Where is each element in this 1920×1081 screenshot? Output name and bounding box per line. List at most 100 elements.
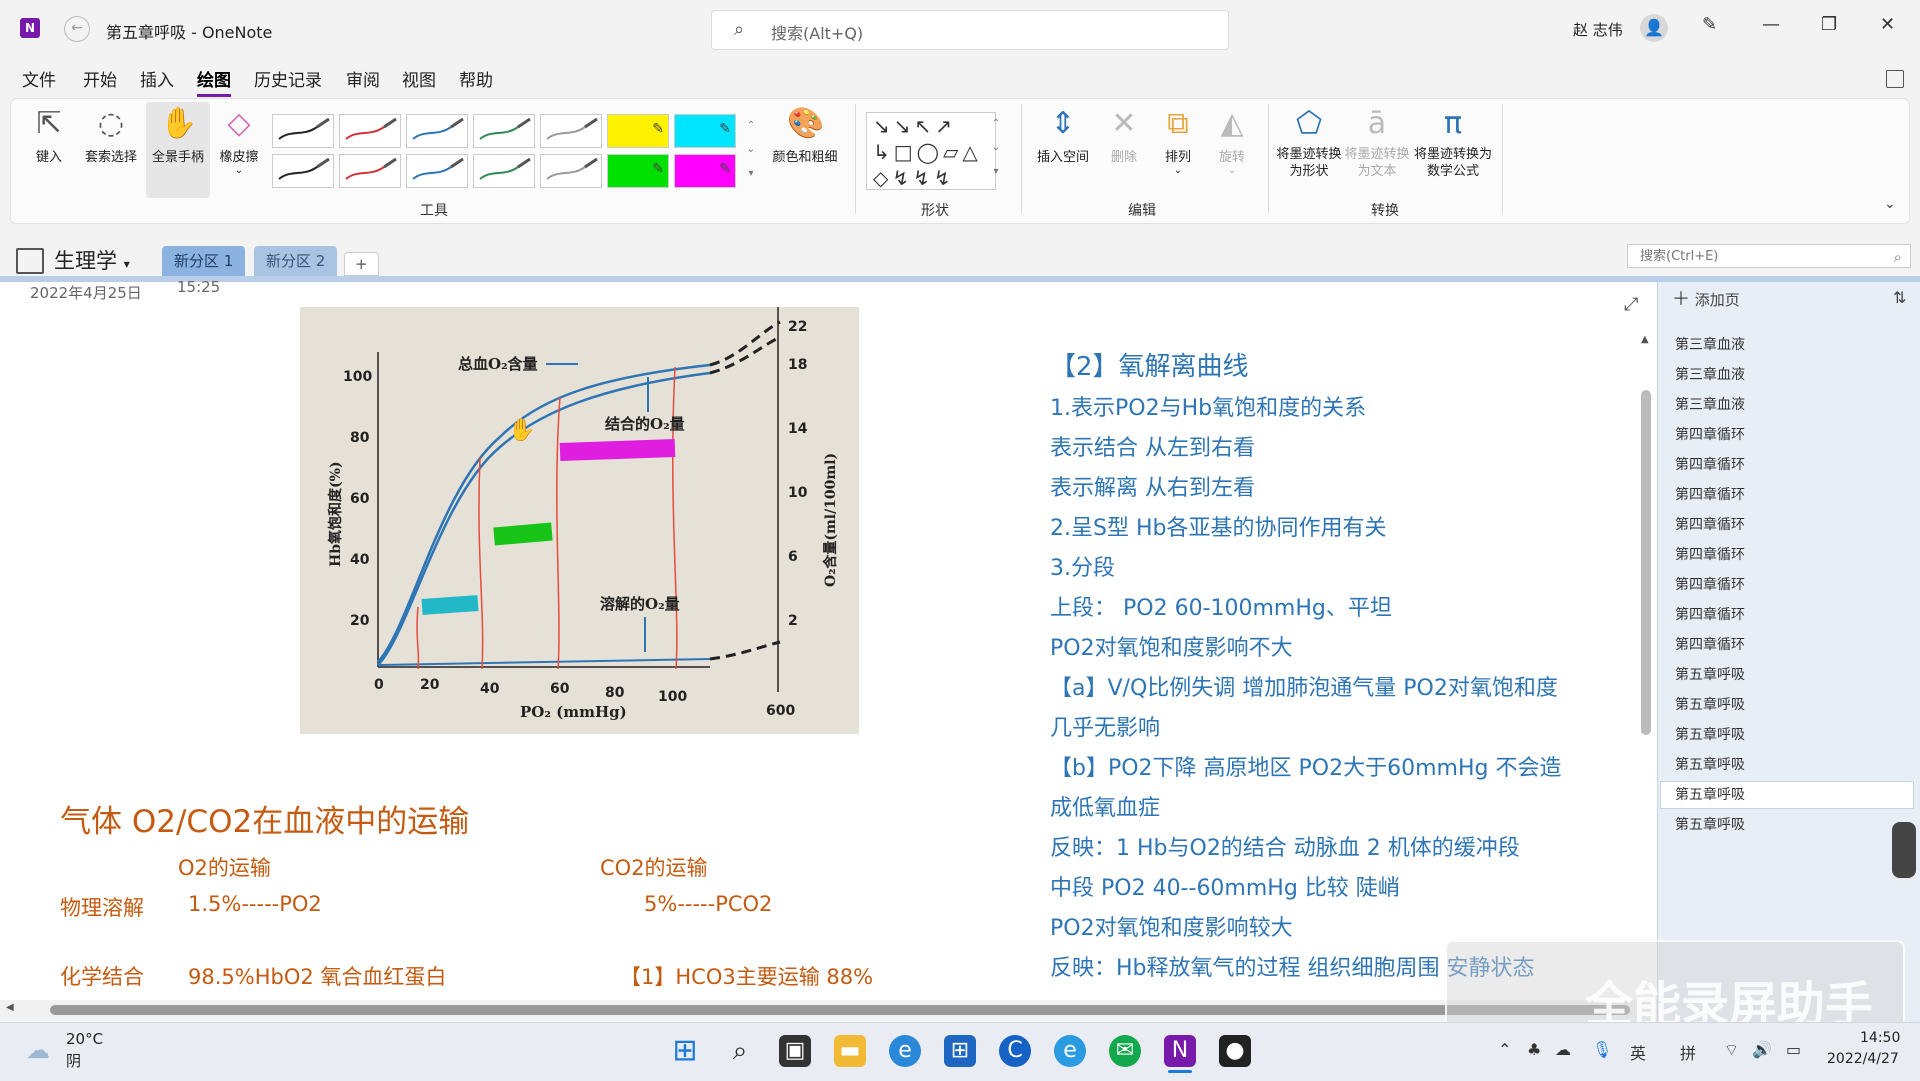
page-list-item[interactable]: 第四章循环 bbox=[1675, 544, 1745, 564]
ink-to-math-button[interactable]: π 将墨迹转换为数学公式 bbox=[1412, 106, 1494, 180]
colors-thickness-button[interactable]: 🎨 颜色和粗细 bbox=[764, 106, 846, 165]
rotate-button[interactable]: ◭ 旋转 ⌄ bbox=[1208, 106, 1256, 176]
wechat-icon[interactable]: ✉ bbox=[1109, 1035, 1141, 1067]
page-list-item[interactable]: 第三章血液 bbox=[1675, 334, 1745, 354]
menu-draw[interactable]: 绘图 bbox=[197, 66, 231, 97]
page-list-item[interactable]: 第五章呼吸 bbox=[1675, 784, 1745, 804]
menu-file[interactable]: 文件 bbox=[22, 66, 56, 91]
notebook-icon[interactable] bbox=[16, 248, 44, 274]
highlighter-swatch[interactable]: ✎ bbox=[607, 114, 669, 148]
weather-temperature[interactable]: 20°C bbox=[66, 1030, 103, 1048]
eraser-tool[interactable]: ◇ 橡皮擦 ⌄ bbox=[214, 106, 264, 176]
add-page-button[interactable]: ＋ 添加页 bbox=[1672, 285, 1740, 311]
pen-swatch[interactable] bbox=[473, 154, 535, 188]
page-list-item[interactable]: 第五章呼吸 bbox=[1675, 754, 1745, 774]
avatar[interactable]: 👤 bbox=[1640, 14, 1668, 42]
lasso-tool[interactable]: ◌ 套索选择 bbox=[80, 106, 142, 165]
vertical-scrollbar-thumb[interactable] bbox=[1641, 390, 1651, 735]
scroll-up-arrow[interactable]: ▲ bbox=[1641, 334, 1649, 345]
highlighter-swatch[interactable]: ✎ bbox=[674, 154, 736, 188]
back-button[interactable]: ← bbox=[64, 16, 90, 42]
menu-history[interactable]: 历史记录 bbox=[254, 66, 322, 91]
close-button[interactable]: ✕ bbox=[1880, 14, 1895, 35]
user-name[interactable]: 赵 志伟 bbox=[1573, 19, 1623, 40]
clock-date[interactable]: 2022/4/27 bbox=[1827, 1051, 1899, 1067]
clock-time[interactable]: 14:50 bbox=[1860, 1030, 1900, 1046]
page-list-item[interactable]: 第五章呼吸 bbox=[1675, 664, 1745, 684]
shapes-gallery-scroll[interactable]: ⌃ ⌄ ▾ bbox=[990, 112, 1002, 184]
notebook-name[interactable]: 生理学 ▾ bbox=[54, 245, 130, 275]
restore-button[interactable]: ❐ bbox=[1821, 14, 1837, 35]
highlighter-swatch[interactable]: ✎ bbox=[674, 114, 736, 148]
scroll-left-arrow[interactable]: ◀ bbox=[6, 1002, 14, 1013]
pen-gallery-scroll[interactable]: ⌃ ⌄ ▾ bbox=[744, 114, 758, 186]
pen-swatch[interactable] bbox=[339, 114, 401, 148]
page-list-item[interactable]: 第四章循环 bbox=[1675, 574, 1745, 594]
pen-swatch[interactable] bbox=[406, 114, 468, 148]
section-tab-2[interactable]: 新分区 2 bbox=[254, 246, 338, 276]
ink-to-text-button[interactable]: ā 将墨迹转换为文本 bbox=[1344, 106, 1410, 180]
weather-condition[interactable]: 阴 bbox=[66, 1050, 81, 1071]
page-list-item[interactable]: 第五章呼吸 bbox=[1675, 694, 1745, 714]
edge-icon[interactable]: e bbox=[889, 1035, 921, 1067]
menu-insert[interactable]: 插入 bbox=[140, 66, 174, 91]
input-language[interactable]: 英 bbox=[1630, 1040, 1646, 1064]
oxygen-dissociation-figure[interactable]: 总血O₂含量 结合的O₂量 溶解的O₂量 Hb氧饱和度(%) O₂含量(ml/1… bbox=[300, 307, 859, 734]
weather-icon[interactable]: ☁ bbox=[26, 1036, 50, 1064]
global-search-box[interactable]: ⌕ 搜索(Alt+Q) bbox=[711, 10, 1229, 50]
page-list-item[interactable]: 第四章循环 bbox=[1675, 454, 1745, 474]
battery-icon[interactable]: ▭ bbox=[1786, 1040, 1801, 1059]
store-icon[interactable]: ⊞ bbox=[944, 1035, 976, 1067]
arrange-button[interactable]: ⧉ 排列 ⌄ bbox=[1154, 106, 1202, 176]
pen-swatch[interactable] bbox=[339, 154, 401, 188]
file-explorer-icon[interactable]: ▬ bbox=[834, 1035, 866, 1067]
app-c-icon[interactable]: C bbox=[999, 1035, 1031, 1067]
pen-swatch[interactable] bbox=[540, 154, 602, 188]
pen-settings-icon[interactable]: ✎ bbox=[1702, 14, 1717, 35]
tray-overflow-icon[interactable]: ⌃ bbox=[1498, 1040, 1511, 1059]
windows-start-icon[interactable]: ⊞ bbox=[669, 1035, 701, 1067]
sticky-notes-icon[interactable] bbox=[1886, 70, 1904, 88]
page-search-input[interactable]: 搜索(Ctrl+E) ⌕ bbox=[1627, 244, 1911, 268]
onenote-taskbar-icon[interactable]: N bbox=[1164, 1035, 1196, 1067]
input-method[interactable]: 拼 bbox=[1680, 1040, 1696, 1064]
microphone-icon[interactable]: 🎙 bbox=[1592, 1040, 1612, 1059]
pen-swatch[interactable] bbox=[406, 154, 468, 188]
page-list-item[interactable]: 第四章循环 bbox=[1675, 484, 1745, 504]
page-list-item[interactable]: 第四章循环 bbox=[1675, 514, 1745, 534]
ink-to-shape-button[interactable]: ⬠ 将墨迹转换为形状 bbox=[1276, 106, 1342, 180]
collapse-ribbon-icon[interactable]: ⌄ bbox=[1884, 196, 1896, 212]
volume-icon[interactable]: 🔊 bbox=[1752, 1040, 1772, 1059]
qq-icon[interactable]: ♣ bbox=[1527, 1040, 1541, 1059]
pen-swatch[interactable] bbox=[473, 114, 535, 148]
task-view-icon[interactable]: ▣ bbox=[779, 1035, 811, 1067]
onedrive-icon[interactable]: ☁ bbox=[1555, 1040, 1571, 1059]
wifi-icon[interactable]: ⌔ bbox=[1724, 1040, 1739, 1060]
menu-help[interactable]: 帮助 bbox=[459, 66, 493, 91]
page-list-item[interactable]: 第四章循环 bbox=[1675, 424, 1745, 444]
type-tool[interactable]: ⇱ 键入 bbox=[27, 106, 71, 165]
pan-tool[interactable]: ✋ 全景手柄 bbox=[146, 102, 210, 198]
pen-swatch[interactable] bbox=[540, 114, 602, 148]
page-list-item[interactable]: 第四章循环 bbox=[1675, 634, 1745, 654]
horizontal-scrollbar-thumb[interactable] bbox=[50, 1005, 1630, 1015]
sort-icon[interactable]: ⇅ bbox=[1893, 288, 1906, 307]
pen-swatch[interactable] bbox=[272, 154, 334, 188]
minimize-button[interactable]: — bbox=[1762, 14, 1780, 35]
page-list-item[interactable]: 第三章血液 bbox=[1675, 394, 1745, 414]
section-tab-1[interactable]: 新分区 1 bbox=[162, 246, 246, 276]
menu-review[interactable]: 审阅 bbox=[346, 66, 380, 91]
menu-view[interactable]: 视图 bbox=[402, 66, 436, 91]
delete-button[interactable]: ✕ 删除 bbox=[1100, 106, 1148, 165]
add-section-button[interactable]: + bbox=[344, 252, 379, 276]
recorder-icon[interactable]: ● bbox=[1219, 1035, 1251, 1067]
highlighter-swatch[interactable]: ✎ bbox=[607, 154, 669, 188]
pen-swatch[interactable] bbox=[272, 114, 334, 148]
menu-home[interactable]: 开始 bbox=[83, 66, 117, 91]
page-list-item[interactable]: 第四章循环 bbox=[1675, 604, 1745, 624]
shapes-gallery[interactable]: ↘↘↖↗ ↳□◯▱△ ◇↯↯↯ bbox=[866, 112, 996, 190]
ie-icon[interactable]: e bbox=[1054, 1035, 1086, 1067]
insert-space-button[interactable]: ⇕ 插入空间 bbox=[1030, 106, 1096, 165]
page-list-item[interactable]: 第三章血液 bbox=[1675, 364, 1745, 384]
expand-icon[interactable]: ⤢ bbox=[1624, 294, 1638, 315]
